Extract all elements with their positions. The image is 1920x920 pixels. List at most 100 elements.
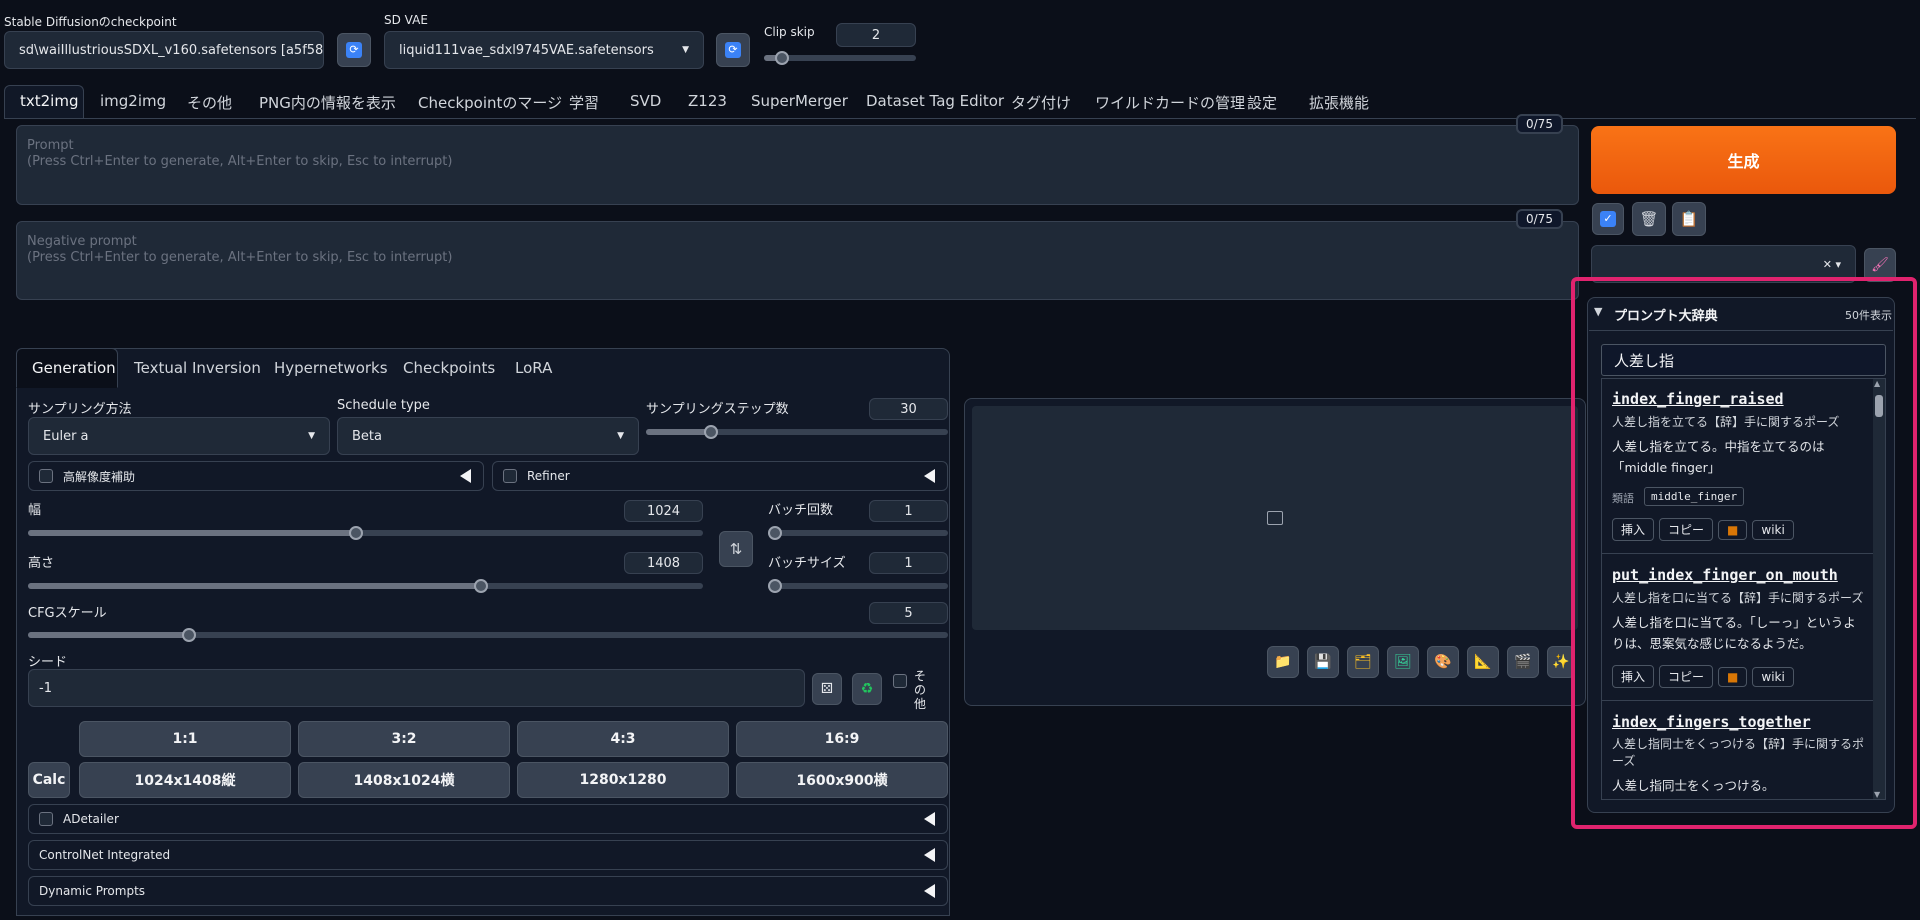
tab-7[interactable]: Z123 bbox=[688, 92, 727, 110]
send-to-extras-button[interactable]: 📐 bbox=[1467, 646, 1499, 678]
tab-2[interactable]: その他 bbox=[187, 92, 232, 113]
width-slider[interactable] bbox=[28, 526, 703, 540]
steps-slider[interactable] bbox=[646, 425, 948, 439]
reuse-seed-button[interactable]: ♻ bbox=[852, 673, 882, 705]
scrollbar[interactable]: ▲ ▼ bbox=[1873, 379, 1885, 799]
ratio-button[interactable]: 1:1 bbox=[79, 721, 291, 757]
batch-count-input[interactable]: 1 bbox=[869, 500, 948, 522]
ratio-button[interactable]: 16:9 bbox=[736, 721, 948, 757]
wiki-button[interactable]: wiki bbox=[1752, 667, 1794, 687]
tabs-divider bbox=[4, 118, 1916, 119]
subtab-4[interactable]: LoRA bbox=[515, 359, 552, 377]
clear-prompt-button[interactable]: 🗑 bbox=[1632, 202, 1666, 236]
send-to-inpaint-button[interactable]: 🎨 bbox=[1427, 646, 1459, 678]
tag-description: 人差し指を口に当てる。「しーっ」というよりは、思案気な感じになるようだ。 bbox=[1612, 615, 1856, 651]
ratio-button[interactable]: 3:2 bbox=[298, 721, 510, 757]
accordion-2[interactable]: Dynamic Prompts bbox=[28, 876, 948, 906]
size-preset-button[interactable]: 1280x1280 bbox=[517, 762, 729, 798]
size-preset-button[interactable]: 1600x900横 bbox=[736, 762, 948, 798]
tab-11[interactable]: ワイルドカードの管理 bbox=[1095, 92, 1245, 113]
tab-9[interactable]: Dataset Tag Editor bbox=[866, 92, 1004, 110]
batch-size-slider[interactable] bbox=[768, 579, 948, 593]
batch-size-input[interactable]: 1 bbox=[869, 552, 948, 574]
tab-8[interactable]: SuperMerger bbox=[751, 92, 848, 110]
refresh-vae-button[interactable]: ⟳ bbox=[716, 33, 750, 67]
tab-1[interactable]: img2img bbox=[100, 92, 166, 110]
refresh-checkpoint-button[interactable]: ⟳ bbox=[337, 33, 371, 67]
tab-5[interactable]: 学習 bbox=[569, 92, 599, 113]
package-button[interactable]: ■ bbox=[1718, 667, 1748, 687]
package-button[interactable]: ■ bbox=[1718, 520, 1748, 540]
clip-skip-slider[interactable] bbox=[764, 51, 916, 65]
tab-0[interactable]: txt2img bbox=[20, 92, 78, 110]
ratio-button[interactable]: 4:3 bbox=[517, 721, 729, 757]
random-seed-button[interactable]: ⚄ bbox=[812, 673, 842, 705]
tab-4[interactable]: Checkpointのマージ bbox=[418, 92, 562, 113]
clear-styles-icon[interactable]: ✕ ▾ bbox=[1823, 258, 1841, 271]
save-button[interactable]: 💾 bbox=[1307, 646, 1339, 678]
scroll-up-icon[interactable]: ▲ bbox=[1874, 379, 1880, 388]
negative-prompt-textarea[interactable]: Negative prompt (Press Ctrl+Enter to gen… bbox=[16, 221, 1579, 300]
collapse-triangle-icon[interactable]: ▼ bbox=[1594, 305, 1602, 318]
accordion-0[interactable]: ADetailer bbox=[28, 804, 948, 834]
subtab-0[interactable]: Generation bbox=[32, 359, 116, 377]
checkpoint-dropdown[interactable]: sd\waiIllustriousSDXL_v160.safetensors [… bbox=[4, 31, 324, 69]
size-preset-button[interactable]: 1408x1024横 bbox=[298, 762, 510, 798]
adetailer-checkbox[interactable] bbox=[39, 812, 53, 826]
dictionary-results-list[interactable]: index_finger_raised 人差し指を立てる【辞】手に関するポーズ … bbox=[1601, 378, 1886, 800]
insert-button[interactable]: 挿入 bbox=[1612, 665, 1655, 688]
schedule-dropdown[interactable]: Beta ▼ bbox=[337, 417, 639, 455]
prompt-textarea[interactable]: Prompt (Press Ctrl+Enter to generate, Al… bbox=[16, 125, 1579, 205]
synonym-tag[interactable]: middle_finger bbox=[1644, 487, 1745, 506]
tag-name[interactable]: index_finger_raised bbox=[1612, 390, 1784, 408]
calc-button[interactable]: Calc bbox=[28, 762, 70, 798]
insert-button[interactable]: 挿入 bbox=[1612, 518, 1655, 541]
tab-12[interactable]: 設定 bbox=[1247, 92, 1277, 113]
height-input[interactable]: 1408 bbox=[624, 552, 703, 574]
accordion-1[interactable]: ControlNet Integrated bbox=[28, 840, 948, 870]
hires-fix-accordion[interactable]: 高解像度補助 bbox=[28, 461, 484, 491]
tag-name[interactable]: put_index_finger_on_mouth bbox=[1612, 566, 1838, 584]
scrollbar-thumb[interactable] bbox=[1875, 395, 1883, 417]
wiki-button[interactable]: wiki bbox=[1752, 520, 1794, 540]
batch-count-slider[interactable] bbox=[768, 526, 948, 540]
tab-3[interactable]: PNG内の情報を表示 bbox=[259, 92, 396, 113]
seed-extra-label: その他 bbox=[914, 669, 927, 711]
vae-dropdown[interactable]: liquid111vae_sdxl9745VAE.safetensors ▼ bbox=[384, 31, 704, 69]
tab-10[interactable]: タグ付け bbox=[1011, 92, 1071, 113]
cfg-slider[interactable] bbox=[28, 628, 948, 642]
width-input[interactable]: 1024 bbox=[624, 500, 703, 522]
steps-input[interactable]: 30 bbox=[869, 398, 948, 420]
dictionary-title[interactable]: プロンプト大辞典 bbox=[1614, 305, 1718, 324]
height-slider[interactable] bbox=[28, 579, 703, 593]
subtab-3[interactable]: Checkpoints bbox=[403, 359, 495, 377]
seed-input[interactable]: -1 bbox=[28, 669, 805, 707]
svd-button[interactable]: 🎬 bbox=[1507, 646, 1539, 678]
subtab-2[interactable]: Hypernetworks bbox=[274, 359, 388, 377]
size-preset-button[interactable]: 1024x1408縦 bbox=[79, 762, 291, 798]
refiner-checkbox[interactable] bbox=[503, 469, 517, 483]
cfg-input[interactable]: 5 bbox=[869, 602, 948, 624]
send-to-img2img-button[interactable]: 🖼 bbox=[1387, 646, 1419, 678]
sampler-dropdown[interactable]: Euler a ▼ bbox=[28, 417, 330, 455]
swap-dimensions-button[interactable]: ⇅ bbox=[719, 531, 753, 567]
copy-button[interactable]: コピー bbox=[1659, 518, 1714, 541]
copy-button[interactable]: コピー bbox=[1659, 665, 1714, 688]
open-folder-button[interactable]: 📁 bbox=[1267, 646, 1299, 678]
subtab-1[interactable]: Textual Inversion bbox=[134, 359, 261, 377]
scroll-down-icon[interactable]: ▼ bbox=[1874, 790, 1880, 799]
dictionary-search-input[interactable]: 人差し指 bbox=[1601, 344, 1886, 376]
seed-extra-checkbox[interactable] bbox=[893, 674, 907, 688]
paste-button[interactable]: 📋 bbox=[1672, 202, 1706, 236]
generate-button[interactable]: 生成 bbox=[1591, 126, 1896, 194]
refiner-accordion[interactable]: Refiner bbox=[492, 461, 948, 491]
tag-name[interactable]: index_fingers_together bbox=[1612, 713, 1811, 731]
tab-13[interactable]: 拡張機能 bbox=[1309, 92, 1369, 113]
apply-styles-button[interactable]: ✓ bbox=[1592, 203, 1624, 235]
zip-button[interactable]: 🗂 bbox=[1347, 646, 1379, 678]
tab-6[interactable]: SVD bbox=[630, 92, 661, 110]
collapse-triangle-icon bbox=[460, 469, 471, 483]
hires-fix-checkbox[interactable] bbox=[39, 469, 53, 483]
height-label: 高さ bbox=[28, 556, 55, 571]
clip-skip-input[interactable]: 2 bbox=[836, 23, 916, 47]
